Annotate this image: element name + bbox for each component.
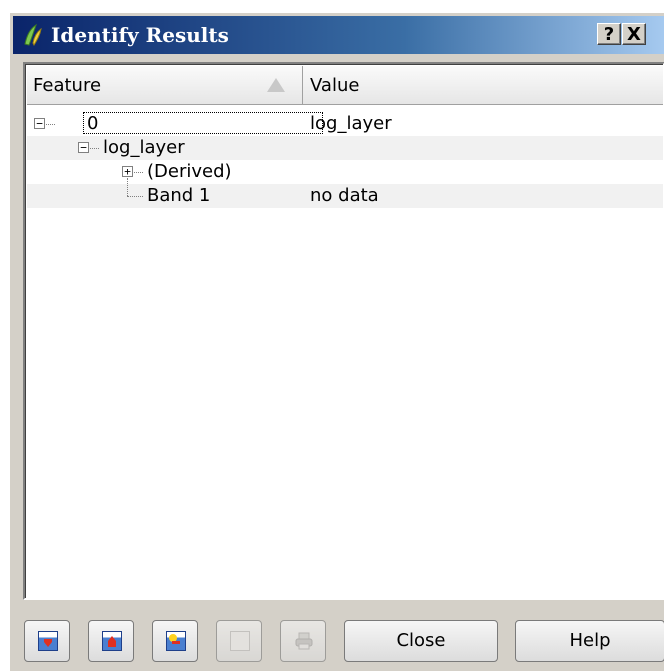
close-title-button[interactable]: X	[622, 23, 646, 45]
help-title-button[interactable]: ?	[597, 23, 621, 45]
close-button[interactable]: Close	[344, 620, 498, 662]
collapse-icon[interactable]: −	[34, 118, 45, 129]
tree-connector	[46, 124, 55, 125]
collapse-all-icon	[102, 631, 122, 651]
tree-connector	[127, 196, 143, 197]
sort-ascending-icon	[267, 78, 285, 92]
tree-row-value: no data	[310, 185, 379, 206]
tree-row-value: log_layer	[310, 113, 392, 134]
print-button[interactable]	[280, 620, 326, 662]
tree-row-layer[interactable]: − log_layer	[27, 136, 663, 160]
tree-row-label: Band 1	[147, 185, 211, 206]
tree-row-label: (Derived)	[147, 161, 232, 182]
copy-icon	[230, 631, 250, 651]
value-column-header[interactable]: Value	[304, 66, 663, 104]
expand-new-button[interactable]	[152, 620, 198, 662]
help-button[interactable]: Help	[515, 620, 664, 662]
value-column-label: Value	[310, 75, 360, 96]
collapse-icon[interactable]: −	[78, 142, 89, 153]
copy-button[interactable]	[216, 620, 262, 662]
expand-all-button[interactable]	[24, 620, 70, 662]
tree-row-label: 0	[87, 113, 99, 134]
focus-rect	[83, 112, 323, 134]
expand-icon[interactable]: +	[122, 166, 133, 177]
feature-column-label: Feature	[33, 75, 102, 96]
window-title: Identify Results	[51, 23, 229, 47]
tree-header: Feature Value	[27, 66, 663, 105]
tree-connector	[127, 178, 128, 196]
qgis-app-icon	[24, 23, 42, 47]
feature-column-header[interactable]: Feature	[27, 66, 303, 104]
tree-row-derived[interactable]: + (Derived)	[27, 160, 663, 184]
collapse-all-button[interactable]	[88, 620, 134, 662]
tree-row-band[interactable]: Band 1 no data	[27, 178, 663, 208]
tree-connector	[90, 148, 99, 149]
identify-results-dialog: Identify Results ? X Feature Value − 0 l…	[9, 12, 664, 671]
title-bar[interactable]: Identify Results ? X	[13, 16, 664, 54]
expand-all-icon	[38, 631, 58, 651]
tree-connector	[134, 172, 143, 173]
results-tree[interactable]: Feature Value − 0 log_layer − log_layer …	[23, 62, 664, 600]
print-icon	[294, 631, 314, 651]
tree-row-label: log_layer	[103, 137, 185, 158]
tree-row-root[interactable]: − 0 log_layer	[27, 112, 663, 136]
expand-new-icon	[166, 631, 186, 651]
